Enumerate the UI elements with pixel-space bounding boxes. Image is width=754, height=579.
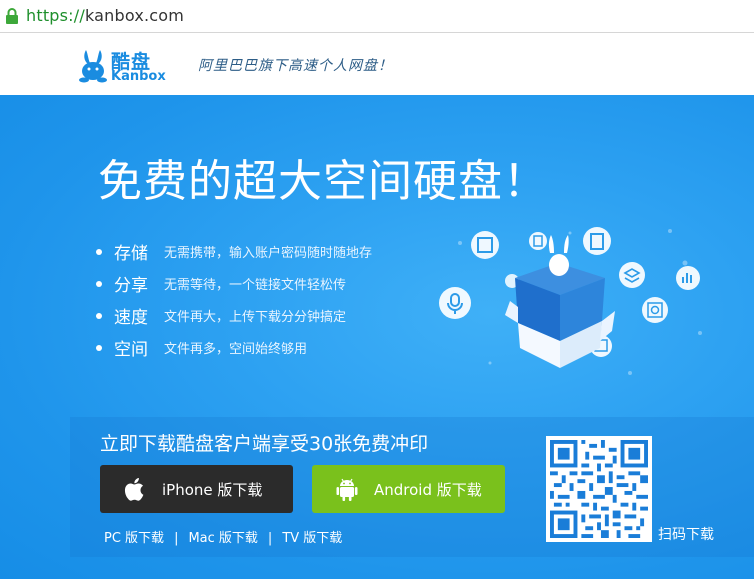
hero-title: 免费的超大空间硬盘！ <box>98 156 548 207</box>
feature-name: 速度 <box>114 308 148 328</box>
feature-name: 存储 <box>114 244 148 264</box>
browser-address-bar[interactable]: https://kanbox.com <box>0 0 754 33</box>
site-header: 酷盘 Kanbox 阿里巴巴旗下高速个人网盘！ <box>0 33 754 95</box>
box-icon <box>505 235 615 368</box>
feature-name: 分享 <box>114 276 148 296</box>
bullet-dot <box>96 313 102 319</box>
clipboard-icon <box>583 227 611 255</box>
mac-download-link[interactable]: Mac 版下载 <box>188 531 257 546</box>
url-text[interactable]: https://kanbox.com <box>26 6 184 25</box>
download-title: 立即下载酷盘客户端享受30张免费冲印 <box>100 433 429 455</box>
iphone-download-label: iPhone 版下载 <box>162 480 263 499</box>
link-separator: | <box>267 531 273 546</box>
rabbit-logo-icon <box>79 50 107 83</box>
android-icon <box>336 478 358 501</box>
other-platform-links: PC 版下载 | Mac 版下载 | TV 版下载 <box>104 527 342 546</box>
logo-en: Kanbox <box>111 69 166 84</box>
url-host: kanbox.com <box>84 6 185 25</box>
qr-code <box>546 436 652 542</box>
url-scheme: https:// <box>26 6 85 25</box>
feature-name: 空间 <box>114 340 148 360</box>
android-download-label: Android 版下载 <box>374 480 482 499</box>
bullet-dot <box>96 345 102 351</box>
feature-desc: 无需携带，输入账户密码随时随地存 <box>164 246 373 261</box>
doc-icon <box>529 232 547 250</box>
target-icon <box>642 297 668 323</box>
link-separator: | <box>174 531 179 546</box>
bullet-dot <box>96 281 102 287</box>
feature-desc: 文件再大，上传下载分分钟搞定 <box>164 310 347 325</box>
feature-desc: 无需等待，一个链接文件轻松传 <box>164 278 347 293</box>
android-download-button[interactable]: Android 版下载 <box>312 465 505 513</box>
qr-label: 扫码下载 <box>658 527 714 543</box>
qr-code-icon <box>550 440 648 538</box>
slogan: 阿里巴巴旗下高速个人网盘！ <box>198 58 393 74</box>
pc-download-link[interactable]: PC 版下载 <box>104 531 164 546</box>
lock-icon <box>6 8 18 24</box>
chart-icon <box>676 266 700 290</box>
apple-icon <box>124 478 144 501</box>
bullet-dot <box>96 249 102 255</box>
iphone-download-button[interactable]: iPhone 版下载 <box>100 465 293 513</box>
layers-icon <box>619 262 645 288</box>
cloud-box-illustration <box>439 227 702 375</box>
kanbox-logo[interactable]: 酷盘 Kanbox <box>78 47 168 87</box>
microphone-icon <box>439 287 471 319</box>
film-icon <box>471 231 499 259</box>
tv-download-link[interactable]: TV 版下载 <box>282 531 342 546</box>
feature-desc: 文件再多，空间始终够用 <box>164 342 308 357</box>
